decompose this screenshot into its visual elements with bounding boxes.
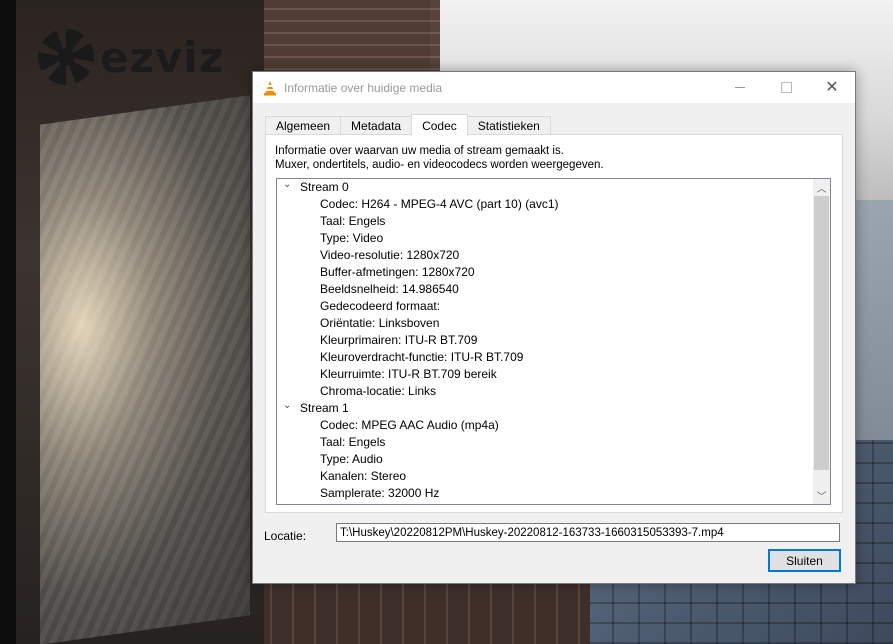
stream-property[interactable]: Kanalen: Stereo [277, 468, 813, 485]
stream-property[interactable]: Kleurprimairen: ITU-R BT.709 [277, 332, 813, 349]
stream-property[interactable]: Type: Video [277, 230, 813, 247]
ezviz-logo: ezviz [38, 28, 224, 86]
bg-glass [40, 95, 250, 644]
tab-algemeen[interactable]: Algemeen [265, 116, 342, 135]
stream-node[interactable]: ⌄ Stream 0 [277, 179, 813, 196]
stream-property[interactable]: Codec: MPEG AAC Audio (mp4a) [277, 417, 813, 434]
vertical-scrollbar[interactable]: ︿ ﹀ [813, 179, 830, 504]
description-line-1: Informatie over waarvan uw media of stre… [275, 145, 564, 157]
vlc-cone-icon [264, 80, 276, 95]
bg-wall-bottom [250, 580, 590, 644]
title-bar[interactable]: Informatie over huidige media ✕ [253, 72, 855, 103]
codec-panel: Informatie over waarvan uw media of stre… [265, 134, 843, 513]
codec-tree[interactable]: ⌄ Stream 0 Codec: H264 - MPEG-4 AVC (part … [276, 178, 831, 505]
chevron-down-icon[interactable]: ⌄ [283, 179, 291, 193]
stream-property[interactable]: Chroma-locatie: Links [277, 383, 813, 400]
tree-rows: ⌄ Stream 0 Codec: H264 - MPEG-4 AVC (part … [277, 179, 813, 502]
bg-sky-right [850, 200, 893, 460]
stream-property[interactable]: Samplerate: 32000 Hz [277, 485, 813, 502]
media-info-dialog: Informatie over huidige media ✕ Algemeen… [252, 71, 856, 584]
stream-property[interactable]: Taal: Engels [277, 434, 813, 451]
tab-statistieken[interactable]: Statistieken [466, 116, 551, 135]
stream-label: Stream 0 [300, 180, 349, 194]
close-window-button[interactable]: ✕ [809, 72, 855, 103]
stream-property[interactable]: Gedecodeerd formaat: [277, 298, 813, 315]
stream-property[interactable]: Kleuroverdracht-functie: ITU-R BT.709 [277, 349, 813, 366]
tab-metadata[interactable]: Metadata [340, 116, 413, 135]
stream-property[interactable]: Taal: Engels [277, 213, 813, 230]
ezviz-logo-icon [38, 29, 94, 85]
location-field[interactable]: T:\Huskey\20220812PM\Huskey-20220812-163… [336, 523, 840, 542]
stream-property[interactable]: Codec: H264 - MPEG-4 AVC (part 10) (avc1… [277, 196, 813, 213]
maximize-button[interactable] [763, 72, 809, 103]
description-line-2: Muxer, ondertitels, audio- en videocodec… [275, 159, 604, 171]
minimize-icon [735, 87, 745, 88]
maximize-icon [780, 82, 792, 93]
stream-property[interactable]: Buffer-afmetingen: 1280x720 [277, 264, 813, 281]
stream-label: Stream 1 [300, 401, 349, 415]
close-icon: ✕ [825, 78, 839, 96]
close-button[interactable]: Sluiten [768, 549, 841, 572]
bg-left-bar [0, 0, 16, 644]
location-label: Locatie: [264, 529, 307, 543]
stream-property[interactable]: Type: Audio [277, 451, 813, 468]
chevron-down-icon[interactable]: ⌄ [283, 397, 291, 414]
codec-description: Informatie over waarvan uw media of stre… [275, 144, 604, 172]
stream-property[interactable]: Beeldsnelheid: 14.986540 [277, 281, 813, 298]
tab-bar: Algemeen Metadata Codec Statistieken [265, 114, 551, 136]
stream-property[interactable]: Video-resolutie: 1280x720 [277, 247, 813, 264]
scroll-thumb[interactable] [814, 196, 829, 470]
minimize-button[interactable] [717, 72, 763, 103]
stream-property[interactable]: Kleurruimte: ITU-R BT.709 bereik [277, 366, 813, 383]
stream-property[interactable]: Oriëntatie: Linksboven [277, 315, 813, 332]
scroll-up-icon[interactable]: ︿ [813, 179, 830, 196]
scroll-down-icon[interactable]: ﹀ [813, 487, 830, 504]
ezviz-logo-text: ezviz [100, 32, 225, 82]
tab-codec[interactable]: Codec [411, 114, 468, 136]
window-title: Informatie over huidige media [284, 80, 443, 95]
stream-node[interactable]: ⌄ Stream 1 [277, 400, 813, 417]
